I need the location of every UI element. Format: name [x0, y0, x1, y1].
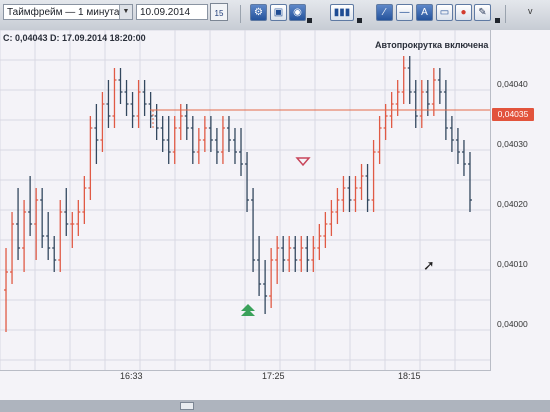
- sell-signal-icon: [295, 157, 311, 167]
- hline-icon[interactable]: —: [396, 4, 413, 21]
- time-tick-label: 18:15: [398, 371, 421, 381]
- price-tick-label: 0,04000: [497, 319, 528, 329]
- dropdown-arrow-icon[interactable]: [495, 18, 500, 23]
- dropdown-arrow-icon[interactable]: [307, 18, 312, 23]
- chevron-down-icon[interactable]: v: [528, 6, 533, 16]
- window-icon[interactable]: ▣: [270, 4, 287, 21]
- timeframe-value: Таймфрейм — 1 минута: [7, 7, 120, 18]
- toolbar-separator: [240, 5, 241, 23]
- price-chart[interactable]: [0, 29, 490, 370]
- globe-icon[interactable]: ◉: [289, 4, 306, 21]
- chevron-down-icon[interactable]: ▼: [119, 5, 132, 19]
- price-tick-label: 0,04030: [497, 139, 528, 149]
- scrollbar-thumb[interactable]: [180, 402, 194, 410]
- price-tick-label: 0,04020: [497, 199, 528, 209]
- price-tick-label: 0,04040: [497, 79, 528, 89]
- chart-area[interactable]: C: 0,04043 D: 17.09.2014 18:20:00 Автопр…: [0, 29, 550, 400]
- mouse-cursor-icon: ➚: [423, 257, 435, 273]
- bars-icon[interactable]: ▮▮▮: [330, 4, 354, 21]
- plot-area[interactable]: [0, 29, 491, 371]
- time-tick-label: 16:33: [120, 371, 143, 381]
- date-field[interactable]: 10.09.2014: [136, 4, 208, 20]
- delete-icon[interactable]: ✎: [474, 4, 491, 21]
- toolbar: Таймфрейм — 1 минута ▼ 10.09.2014 15 ⚙ ▣…: [0, 0, 550, 31]
- dropdown-arrow-icon[interactable]: [357, 18, 362, 23]
- ohlc-info: C: 0,04043 D: 17.09.2014 18:20:00: [3, 33, 146, 43]
- label-icon[interactable]: ▭: [436, 4, 453, 21]
- autoscroll-status: Автопрокрутка включена: [375, 40, 489, 50]
- time-tick-label: 17:25: [262, 371, 285, 381]
- price-tick-label: 0,04010: [497, 259, 528, 269]
- color-icon[interactable]: ●: [455, 4, 472, 21]
- timeframe-select[interactable]: Таймфрейм — 1 минута ▼: [3, 4, 133, 20]
- calendar-icon[interactable]: 15: [210, 3, 228, 21]
- date-value: 10.09.2014: [140, 7, 191, 18]
- toolbar-separator: [505, 5, 506, 23]
- trendline-icon[interactable]: ⁄: [376, 4, 393, 21]
- chart-settings-icon[interactable]: ⚙: [250, 4, 267, 21]
- calendar-day-label: 15: [214, 9, 224, 18]
- text-icon[interactable]: A: [416, 4, 433, 21]
- horizontal-scrollbar[interactable]: [0, 400, 550, 412]
- current-price-label: 0,04035: [492, 108, 534, 121]
